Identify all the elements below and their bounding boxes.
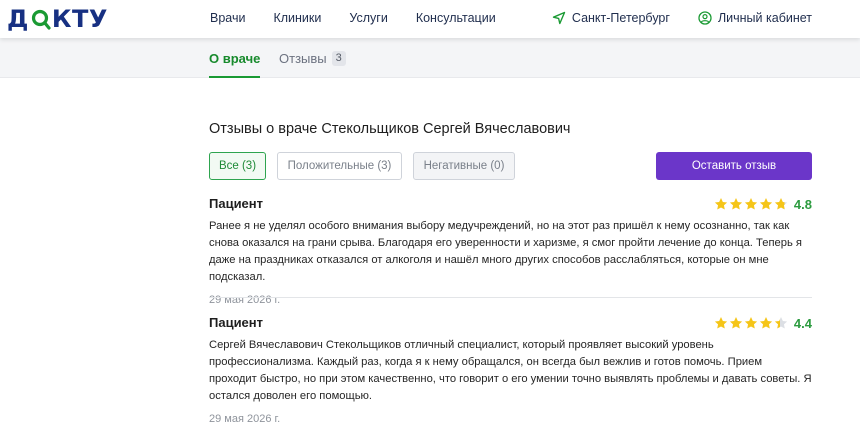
logo-text-rest: КТУ bbox=[51, 5, 108, 33]
filter-all-button[interactable]: Все (3) bbox=[209, 152, 266, 180]
nav-doctors[interactable]: Врачи bbox=[210, 11, 245, 25]
review-rating: 4.8 bbox=[714, 195, 812, 213]
review-date: 29 мая 2026 г. bbox=[209, 294, 281, 306]
leave-review-button[interactable]: Оставить отзыв bbox=[656, 152, 812, 180]
star-rating bbox=[714, 316, 789, 330]
review-text: Сергей Вячеславович Стекольщиков отличны… bbox=[209, 339, 812, 402]
rating-score: 4.8 bbox=[793, 196, 812, 212]
star-icon bbox=[729, 198, 743, 210]
review-date: 29 мая 2026 г. bbox=[209, 413, 281, 425]
tab-reviews[interactable]: Отзывы 3 bbox=[279, 38, 346, 78]
reviews-title: Отзывы о враче Стекольщиков Сергей Вячес… bbox=[209, 121, 571, 137]
site-header: Д КТУ Врачи Клиники Услуги Консультации … bbox=[0, 0, 860, 38]
tab-about-label: О враче bbox=[209, 50, 261, 66]
rating-score: 4.4 bbox=[793, 315, 812, 331]
location-arrow-icon bbox=[552, 11, 566, 25]
review-rating: 4.4 bbox=[714, 314, 812, 332]
star-icon bbox=[774, 317, 788, 329]
review-author: Пациент bbox=[209, 315, 264, 330]
account-label: Личный кабинет bbox=[717, 11, 812, 25]
tab-about-doctor[interactable]: О враче bbox=[209, 38, 261, 78]
account-link[interactable]: Личный кабинет bbox=[698, 11, 812, 25]
review-divider bbox=[209, 297, 812, 298]
star-icon bbox=[759, 317, 773, 329]
star-rating bbox=[714, 197, 789, 211]
nav-clinics[interactable]: Клиники bbox=[273, 11, 321, 25]
star-icon bbox=[744, 317, 758, 329]
logo-text-d: Д bbox=[7, 5, 29, 33]
nav-services[interactable]: Услуги bbox=[349, 11, 387, 25]
user-circle-icon bbox=[698, 11, 712, 25]
reviews-count-badge: 3 bbox=[331, 50, 346, 66]
review-text: Ранее я не уделял особого внимания выбор… bbox=[209, 220, 802, 283]
filter-negative-button[interactable]: Негативные (0) bbox=[413, 152, 515, 180]
header-actions: Санкт-Петербург Личный кабинет bbox=[524, 0, 812, 36]
tab-reviews-label: Отзывы bbox=[279, 50, 327, 66]
star-icon bbox=[744, 198, 758, 210]
city-selector[interactable]: Санкт-Петербург bbox=[552, 11, 670, 25]
nav-consultations[interactable]: Консультации bbox=[416, 11, 496, 25]
review-card: Пациент 4.4 Сергей Вячеславович Стекольщ… bbox=[209, 315, 812, 425]
star-icon bbox=[729, 317, 743, 329]
star-icon bbox=[714, 198, 728, 210]
logo[interactable]: Д КТУ bbox=[7, 5, 108, 33]
star-icon bbox=[714, 317, 728, 329]
star-icon bbox=[774, 198, 788, 210]
filter-positive-button[interactable]: Положительные (3) bbox=[277, 152, 402, 180]
review-card: Пациент 4.8 Ранее я не уделял особого вн… bbox=[209, 196, 812, 306]
city-label: Санкт-Петербург bbox=[571, 11, 670, 25]
review-author: Пациент bbox=[209, 196, 264, 211]
profile-tabs: О враче Отзывы 3 bbox=[0, 38, 860, 78]
logo-magnifier-icon bbox=[31, 9, 51, 30]
main-nav: Врачи Клиники Услуги Консультации bbox=[210, 0, 524, 36]
star-icon bbox=[759, 198, 773, 210]
